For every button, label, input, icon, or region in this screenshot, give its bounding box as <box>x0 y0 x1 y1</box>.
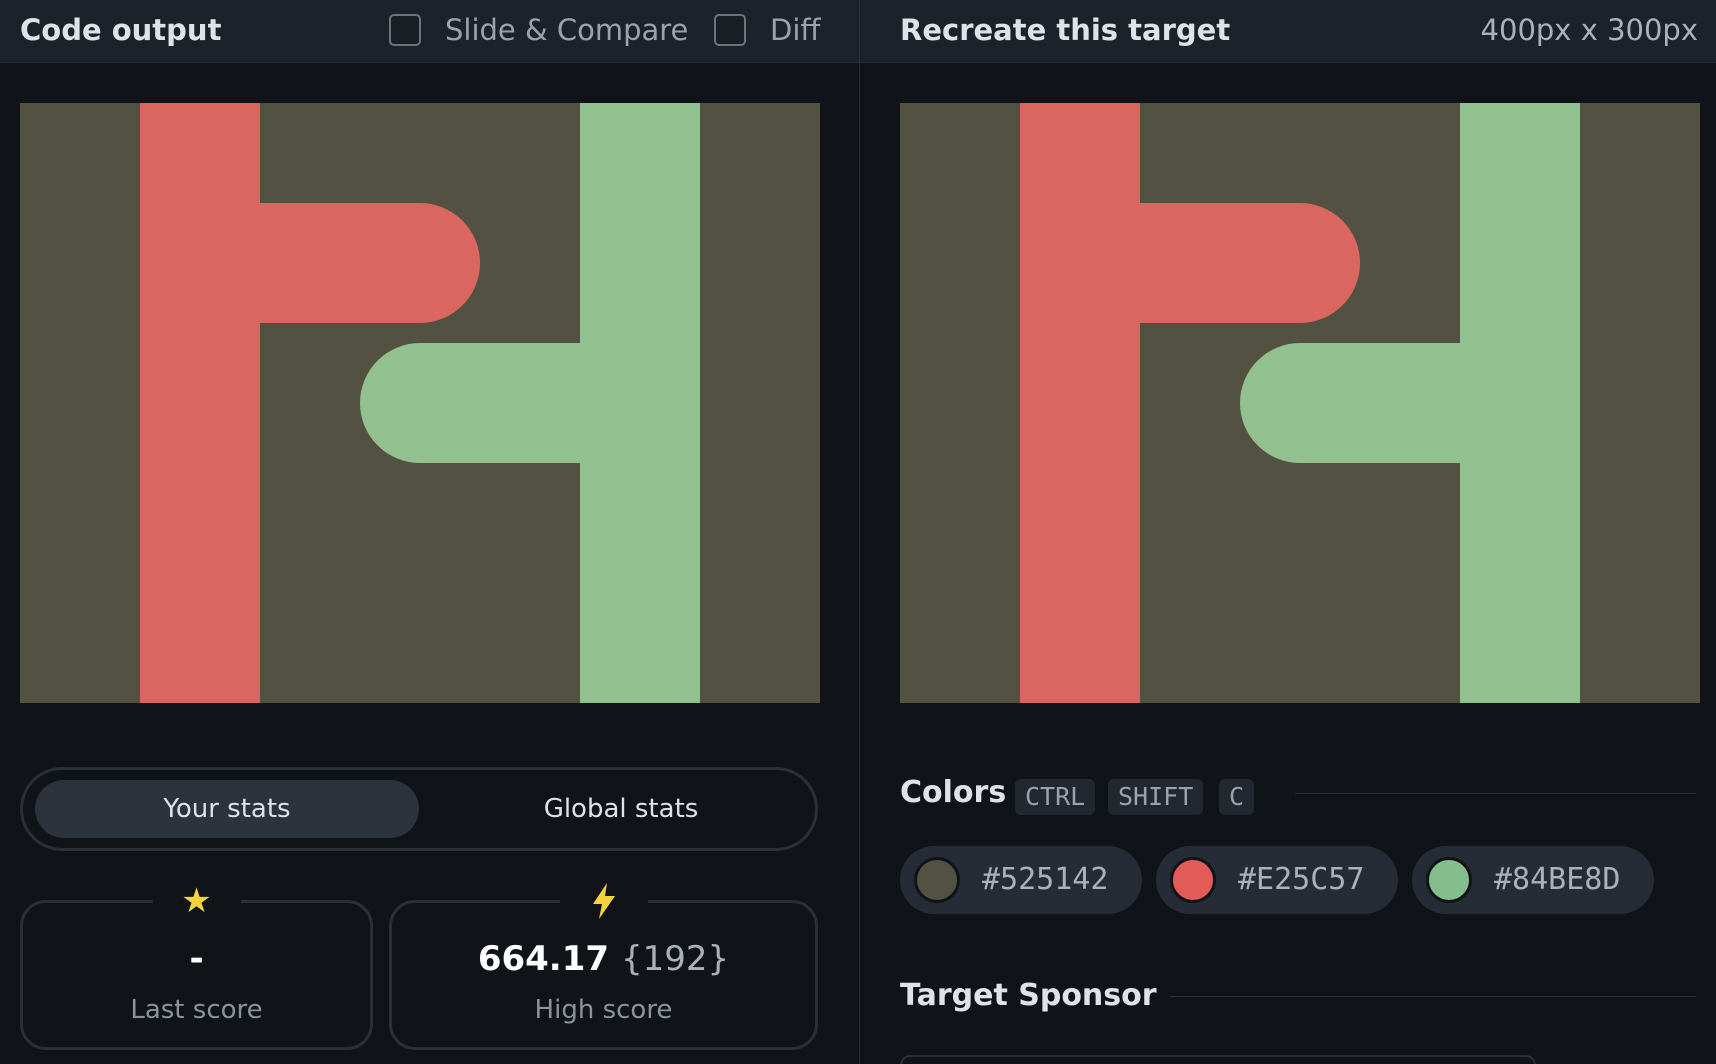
colors-title: Colors <box>900 775 1007 810</box>
red-bar <box>140 103 260 703</box>
last-score-card: ★ - Last score <box>20 877 373 1050</box>
sponsor-title: Target Sponsor <box>900 978 1157 1013</box>
diff-checkbox[interactable] <box>714 14 746 46</box>
last-score-icon-wrap: ★ <box>152 877 241 921</box>
high-score-card: 664.17 {192} High score <box>389 877 818 1050</box>
global-stats-tab[interactable]: Global stats <box>429 780 813 838</box>
target-render <box>900 103 1700 703</box>
target-dimensions: 400px x 300px <box>1480 13 1698 47</box>
color-hex: #84BE8D <box>1494 862 1621 897</box>
color-dot <box>914 857 960 903</box>
code-output-title: Code output <box>20 13 222 47</box>
color-hex: #525142 <box>982 862 1109 897</box>
high-score-icon-wrap <box>559 877 648 921</box>
target-canvas <box>900 103 1700 703</box>
high-score-value-row: 664.17 {192} <box>392 939 815 979</box>
high-score-count: {192} <box>621 939 730 979</box>
sponsor-card[interactable] <box>900 1055 1536 1064</box>
color-dot <box>1426 857 1472 903</box>
green-arm <box>360 343 580 463</box>
colors-rule <box>1295 793 1696 794</box>
code-output-pane: Code output Slide & Compare Diff Your st… <box>0 0 859 1064</box>
target-red-arm <box>1140 203 1360 323</box>
color-hex: #E25C57 <box>1238 862 1365 897</box>
high-score-label: High score <box>534 995 673 1025</box>
kbd-shift: SHIFT <box>1108 779 1204 815</box>
sponsor-rule <box>1170 996 1696 997</box>
green-bar <box>580 103 700 703</box>
color-swatch[interactable]: #84BE8D <box>1412 846 1654 914</box>
diff-label[interactable]: Diff <box>770 0 820 60</box>
last-score-label: Last score <box>130 995 263 1025</box>
slide-compare-label[interactable]: Slide & Compare <box>445 0 688 60</box>
code-output-header: Code output Slide & Compare Diff <box>0 0 859 63</box>
your-stats-tab[interactable]: Your stats <box>35 780 419 838</box>
high-score-value: 664.17 <box>477 939 610 979</box>
target-pane: Recreate this target 400px x 300px Color… <box>860 0 1716 1064</box>
target-green-bar <box>1460 103 1580 703</box>
slide-compare-checkbox[interactable] <box>389 14 421 46</box>
kbd-c: C <box>1219 779 1255 815</box>
color-swatch[interactable]: #E25C57 <box>1156 846 1398 914</box>
bolt-icon <box>592 883 615 919</box>
color-dot <box>1170 857 1216 903</box>
code-output-canvas[interactable] <box>20 103 820 703</box>
target-header: Recreate this target 400px x 300px <box>860 0 1716 63</box>
target-green-arm <box>1240 343 1460 463</box>
kbd-ctrl: CTRL <box>1015 779 1096 815</box>
last-score-value: - <box>189 939 204 979</box>
red-arm <box>260 203 480 323</box>
stats-toggle: Your stats Global stats <box>20 767 818 851</box>
star-icon: ★ <box>181 881 212 921</box>
color-swatch[interactable]: #525142 <box>900 846 1142 914</box>
target-title: Recreate this target <box>900 13 1231 47</box>
target-red-bar <box>1020 103 1140 703</box>
code-output-render <box>20 103 820 703</box>
